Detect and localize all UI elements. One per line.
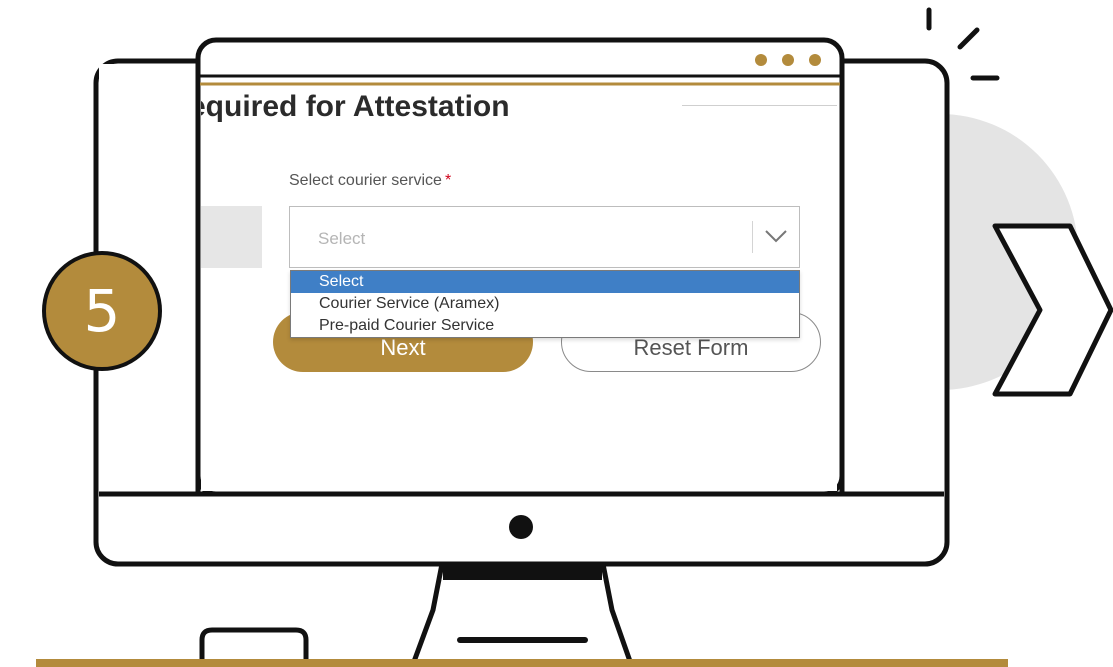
required-marker: * <box>444 172 452 189</box>
browser-screen: equired for Attestation Select courier s… <box>201 86 837 491</box>
courier-label-text: Select courier service <box>289 172 442 189</box>
courier-field-label: Select courier service * <box>289 172 451 190</box>
desk-line <box>36 659 1008 667</box>
page-title: equired for Attestation <box>201 90 510 123</box>
camera-dot <box>509 515 533 539</box>
courier-select[interactable]: Select <box>289 206 800 268</box>
select-divider <box>752 221 753 253</box>
dropdown-option-select[interactable]: Select <box>291 271 799 293</box>
window-controls-icon <box>755 54 821 66</box>
courier-dropdown-list: Select Courier Service (Aramex) Pre-paid… <box>290 270 800 338</box>
dropdown-option-prepaid[interactable]: Pre-paid Courier Service <box>291 315 799 337</box>
step-number-badge: 5 <box>42 251 162 371</box>
heading-divider <box>682 105 837 106</box>
courier-select-value: Select <box>318 229 366 248</box>
dropdown-option-aramex[interactable]: Courier Service (Aramex) <box>291 293 799 315</box>
side-panel <box>201 206 262 268</box>
chevron-down-icon <box>765 230 787 243</box>
